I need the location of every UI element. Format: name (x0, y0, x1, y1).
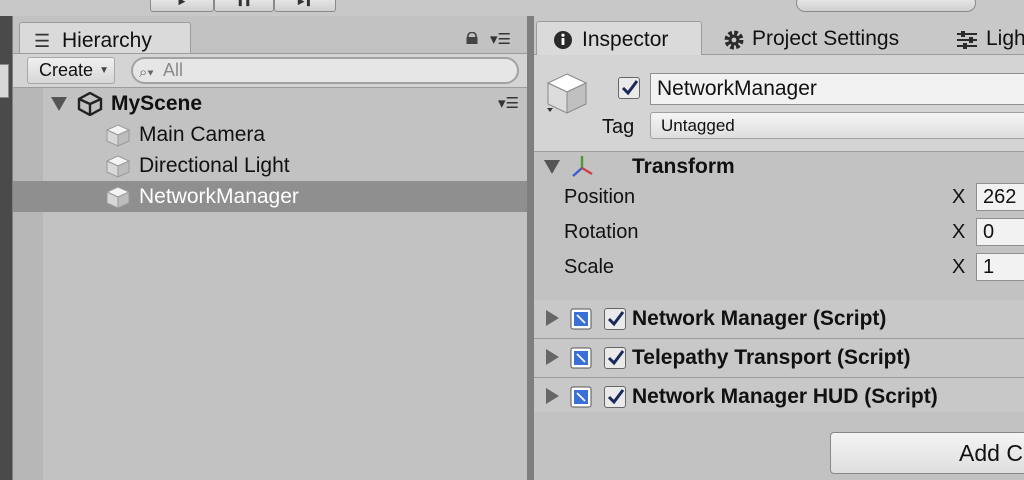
hierarchy-item[interactable]: Main Camera (13, 119, 527, 150)
add-component-button[interactable]: Add C (830, 432, 1024, 474)
pause-icon: ❚❚ (236, 0, 252, 6)
tab-hierarchy-label: Hierarchy (62, 29, 152, 52)
expand-triangle-icon[interactable] (546, 310, 559, 326)
hierarchy-item-label: Directional Light (139, 154, 290, 177)
checkmark-icon (621, 80, 639, 96)
tab-lighting-label: Ligh (986, 27, 1024, 50)
expand-triangle-icon[interactable] (51, 97, 67, 111)
pause-button[interactable]: ❚❚ (214, 0, 274, 12)
expand-triangle-icon[interactable] (544, 160, 560, 174)
hierarchy-tree: MyScene ▾☰ Main Camera Directional Light (13, 88, 527, 480)
scale-x-value: 1 (983, 256, 995, 278)
gameobject-cube-icon[interactable] (544, 71, 590, 115)
component-network-manager[interactable]: Network Manager (Script) (534, 300, 1024, 339)
gameobject-cube-icon (105, 124, 131, 147)
hierarchy-panel: ☰ Hierarchy ▾☰ Create ▼ ⌕▾ All MyScene ▾… (12, 16, 528, 480)
scene-view-tab-edge (0, 64, 9, 98)
checkmark-icon (607, 389, 625, 405)
checkmark-icon (607, 311, 625, 327)
sliders-icon (957, 31, 977, 49)
tag-label: Tag (602, 116, 635, 138)
tag-dropdown[interactable]: Untagged (650, 112, 1024, 139)
unity-logo-icon (77, 92, 103, 116)
expand-triangle-icon[interactable] (546, 349, 559, 365)
position-x-value: 262 (983, 186, 1017, 208)
transform-title: Transform (632, 155, 735, 178)
script-icon (570, 308, 592, 330)
info-icon (554, 31, 572, 49)
component-enabled-checkbox[interactable] (604, 386, 626, 408)
scene-menu-icon[interactable]: ▾☰ (498, 88, 519, 119)
rotation-label: Rotation (564, 221, 639, 243)
checkmark-icon (607, 350, 625, 366)
rotation-x-value: 0 (983, 221, 995, 243)
add-component-area: Add C (534, 412, 1024, 480)
create-button[interactable]: Create ▼ (27, 57, 115, 84)
search-input[interactable]: ⌕▾ All (131, 57, 519, 84)
script-icon (570, 386, 592, 408)
gear-icon (724, 30, 744, 50)
scene-name: MyScene (111, 92, 203, 115)
position-label: Position (564, 186, 636, 208)
step-button[interactable]: ▶❚ (274, 0, 336, 12)
position-x-label: X (952, 186, 966, 208)
search-icon: ⌕▾ (139, 64, 154, 81)
play-icon: ▶ (178, 0, 186, 6)
hierarchy-item-selected[interactable]: NetworkManager (13, 181, 527, 212)
component-label: Network Manager HUD (Script) (632, 385, 938, 408)
transform-axes-icon (572, 156, 593, 177)
active-checkbox[interactable] (618, 77, 640, 99)
component-label: Telepathy Transport (Script) (632, 346, 911, 369)
component-label: Network Manager (Script) (632, 307, 887, 330)
scene-view-edge (0, 16, 12, 480)
rotation-x-label: X (952, 221, 966, 243)
tab-inspector[interactable]: Inspector (536, 21, 702, 57)
position-x-field[interactable]: 262 (976, 183, 1024, 211)
gameobject-cube-icon (105, 155, 131, 178)
component-enabled-checkbox[interactable] (604, 308, 626, 330)
top-toolbar: ▶ ❚❚ ▶❚ (0, 0, 1024, 16)
tab-project-settings[interactable]: Project Settings (714, 21, 934, 57)
tab-inspector-label: Inspector (582, 28, 669, 51)
expand-triangle-icon[interactable] (546, 388, 559, 404)
create-button-label: Create (39, 60, 94, 80)
panel-menu-icon[interactable]: ▾☰ (490, 30, 511, 48)
chevron-down-icon: ▼ (99, 65, 109, 76)
step-icon: ▶❚ (297, 0, 313, 6)
search-placeholder: All (163, 60, 184, 80)
gameobject-header: NetworkManager Tag Untagged (534, 55, 1024, 152)
component-telepathy-transport[interactable]: Telepathy Transport (Script) (534, 339, 1024, 378)
hierarchy-toolbar: Create ▼ ⌕▾ All (13, 54, 527, 88)
transform-component: Transform Position X 262 Rotation X 0 Sc… (534, 152, 1024, 301)
scale-label: Scale (564, 256, 615, 278)
play-button[interactable]: ▶ (150, 0, 214, 12)
hierarchy-item-label: NetworkManager (139, 185, 299, 208)
gameobject-cube-icon (105, 186, 131, 209)
tab-lighting[interactable]: Ligh (948, 21, 1024, 57)
account-dropdown[interactable] (796, 0, 976, 12)
object-name-field[interactable]: NetworkManager (650, 73, 1024, 105)
rotation-x-field[interactable]: 0 (976, 218, 1024, 246)
inspector-panel: Inspector Project Settings Ligh NetworkM… (534, 16, 1024, 480)
tag-dropdown-value: Untagged (661, 116, 735, 135)
scale-x-field[interactable]: 1 (976, 253, 1024, 281)
object-name-value: NetworkManager (657, 77, 817, 100)
hierarchy-item[interactable]: Directional Light (13, 150, 527, 181)
scale-x-label: X (952, 256, 966, 278)
component-enabled-checkbox[interactable] (604, 347, 626, 369)
hierarchy-item-label: Main Camera (139, 123, 266, 146)
lock-icon[interactable] (465, 32, 479, 44)
add-component-label: Add C (959, 440, 1023, 466)
tab-project-settings-label: Project Settings (752, 27, 900, 50)
script-icon (570, 347, 592, 369)
scene-row[interactable]: MyScene ▾☰ (13, 88, 527, 119)
